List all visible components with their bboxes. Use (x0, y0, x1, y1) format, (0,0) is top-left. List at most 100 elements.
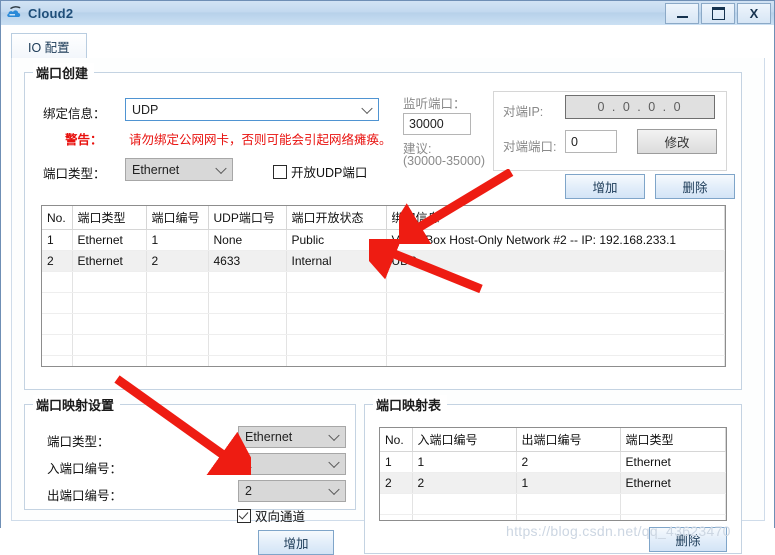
window-controls: X (665, 3, 771, 24)
col-port-type: 端口类型 (72, 206, 147, 230)
in-port-label: 入端口编号： (47, 462, 123, 476)
port-type-combobox[interactable]: Ethernet (125, 158, 233, 181)
port-create-group: 端口创建 绑定信息： UDP 警告： 请勿绑定公网网卡，否则可能会引起网络瘫痪。… (24, 63, 742, 390)
cell-out-port: 1 (516, 472, 621, 494)
bidirectional-label: 双向通道 (255, 510, 306, 524)
table-row-empty[interactable]: . (42, 355, 725, 366)
col-no: No. (380, 428, 413, 452)
peer-ip-input[interactable]: 0 . 0 . 0 . 0 (565, 95, 715, 119)
map-settings-group: 端口映射设置 端口类型： Ethernet 入端口编号： 1 出端口编号： 2 (24, 395, 356, 510)
table-row-empty[interactable]: . (42, 334, 725, 356)
col-out-port: 出端口编号 (516, 428, 621, 452)
port-table-head: No. 端口类型 端口编号 UDP端口号 端口开放状态 绑定信息 (42, 206, 725, 230)
peer-port-input[interactable]: 0 (565, 130, 617, 153)
out-port-label: 出端口编号： (47, 489, 123, 503)
map-port-type-combobox[interactable]: Ethernet (238, 426, 346, 448)
listen-port-label: 监听端口： (403, 97, 466, 111)
cell-port-type: Ethernet (72, 250, 147, 272)
col-open-state: 端口开放状态 (286, 206, 387, 230)
maximize-button[interactable] (701, 3, 735, 24)
in-port-combobox[interactable]: 1 (238, 453, 346, 475)
listen-port-input[interactable]: 30000 (403, 113, 471, 135)
title-bar: Cloud2 X (1, 1, 774, 26)
checkbox-box (273, 164, 287, 179)
delete-port-button[interactable]: 删除 (655, 174, 735, 199)
map-port-type-value: Ethernet (245, 430, 293, 444)
cell-no: 1 (42, 229, 73, 251)
cell-bind-info: UDP (386, 250, 725, 272)
table-row-empty[interactable]: . (42, 271, 725, 293)
cell-port-type: Ethernet (72, 229, 147, 251)
peer-port-label: 对端端口: (503, 140, 557, 154)
table-row-empty[interactable]: . (380, 493, 726, 515)
map-settings-group-title: 端口映射设置 (33, 395, 121, 414)
table-row-empty[interactable]: . (42, 292, 725, 314)
cell-open-state: Internal (286, 250, 387, 272)
port-type-label: 端口类型： (43, 167, 106, 181)
open-udp-label: 开放UDP端口 (291, 166, 368, 180)
table-row[interactable]: 1 1 2 Ethernet (380, 451, 726, 473)
suggest-range: (30000-35000) (403, 154, 486, 168)
peer-ip-value: 0 . 0 . 0 . 0 (597, 100, 683, 114)
map-table-body: 1 1 2 Ethernet 2 2 1 Ethernet (380, 451, 726, 520)
cell-udp-port: None (208, 229, 287, 251)
cell-port-number: 2 (146, 250, 209, 272)
chevron-down-icon (328, 483, 340, 496)
peer-ip-label: 对端IP: (503, 105, 544, 119)
col-in-port: 入端口编号 (412, 428, 517, 452)
cell-bind-info: VirtualBox Host-Only Network #2 -- IP: 1… (386, 229, 725, 251)
table-row[interactable]: 2 Ethernet 2 4633 Internal UDP (42, 250, 725, 272)
cell-port-type: Ethernet (620, 472, 726, 494)
close-button[interactable]: X (737, 3, 771, 24)
port-table-body: 1 Ethernet 1 None Public VirtualBox Host… (42, 229, 725, 366)
tab-strip: IO 配置 (11, 33, 763, 59)
warning-label: 警告： (65, 133, 103, 147)
chevron-down-icon (328, 429, 340, 442)
out-port-combobox[interactable]: 2 (238, 480, 346, 502)
bind-info-label: 绑定信息： (43, 107, 106, 121)
cloud2-window: Cloud2 X IO 配置 端口创建 绑定信息： UDP 警告： 请勿绑定公网… (0, 0, 775, 555)
cell-no: 1 (380, 451, 413, 473)
port-type-value: Ethernet (132, 162, 180, 177)
io-config-panel: 端口创建 绑定信息： UDP 警告： 请勿绑定公网网卡，否则可能会引起网络瘫痪。… (11, 58, 765, 555)
table-row[interactable]: 2 2 1 Ethernet (380, 472, 726, 494)
cell-open-state: Public (286, 229, 387, 251)
bidirectional-checkbox[interactable]: 双向通道 (237, 506, 305, 525)
in-port-value: 1 (245, 457, 252, 471)
open-udp-checkbox[interactable]: 开放UDP端口 (273, 162, 367, 181)
map-table-group-title: 端口映射表 (373, 395, 448, 414)
cell-in-port: 2 (412, 472, 517, 494)
add-port-button[interactable]: 增加 (565, 174, 645, 199)
tab-io-config[interactable]: IO 配置 (11, 33, 87, 59)
minimize-button[interactable] (665, 3, 699, 24)
col-port-number: 端口编号 (146, 206, 209, 230)
map-table-head: No. 入端口编号 出端口编号 端口类型 (380, 428, 726, 452)
modify-button[interactable]: 修改 (637, 129, 717, 154)
peer-port-value: 0 (571, 134, 578, 149)
port-create-group-title: 端口创建 (33, 63, 95, 82)
map-add-button[interactable]: 增加 (258, 530, 334, 555)
table-row-empty[interactable]: . (42, 313, 725, 335)
table-row-empty[interactable]: . (380, 514, 726, 520)
col-bind-info: 绑定信息 (386, 206, 725, 230)
watermark: https://blog.csdn.net/qq_43623470 (506, 523, 731, 539)
port-table[interactable]: No. 端口类型 端口编号 UDP端口号 端口开放状态 绑定信息 1 Ether… (41, 205, 726, 367)
bind-info-value: UDP (132, 102, 159, 117)
cell-udp-port: 4633 (208, 250, 287, 272)
cell-no: 2 (380, 472, 413, 494)
cell-port-number: 1 (146, 229, 209, 251)
out-port-value: 2 (245, 484, 252, 498)
window-title: Cloud2 (28, 5, 74, 21)
cell-port-type: Ethernet (620, 451, 726, 473)
port-table-header-row: No. 端口类型 端口编号 UDP端口号 端口开放状态 绑定信息 (42, 206, 725, 230)
cell-out-port: 2 (516, 451, 621, 473)
map-table[interactable]: No. 入端口编号 出端口编号 端口类型 1 1 2 Ethernet 2 2 … (379, 427, 727, 521)
checkbox-box (237, 508, 251, 523)
chevron-down-icon (215, 162, 227, 174)
bind-info-combobox[interactable]: UDP (125, 98, 379, 121)
col-udp-port: UDP端口号 (208, 206, 287, 230)
table-row[interactable]: 1 Ethernet 1 None Public VirtualBox Host… (42, 229, 725, 251)
chevron-down-icon (328, 456, 340, 469)
chevron-down-icon (361, 102, 373, 114)
map-table-header-row: No. 入端口编号 出端口编号 端口类型 (380, 428, 726, 452)
